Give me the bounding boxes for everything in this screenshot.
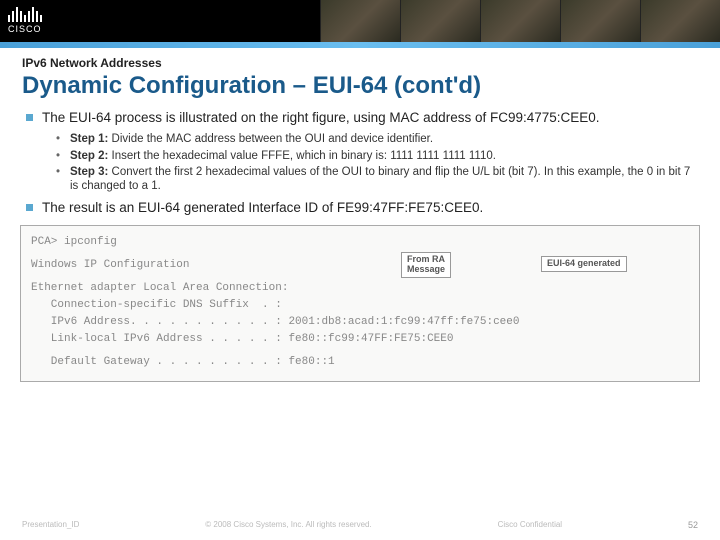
slide-kicker: IPv6 Network Addresses: [22, 56, 698, 70]
terminal-line: IPv6 Address. . . . . . . . . . . : 2001…: [31, 314, 689, 331]
step-list: Step 1: Divide the MAC address between t…: [22, 133, 698, 194]
terminal-line: PCA> ipconfig: [31, 234, 689, 251]
callout-eui64: EUI-64 generated: [541, 256, 627, 272]
bullet-list: The result is an EUI-64 generated Interf…: [22, 200, 698, 217]
step-label: Step 3:: [70, 166, 108, 178]
footer-presentation-id: Presentation_ID: [22, 520, 79, 530]
logo-text: CISCO: [8, 24, 42, 34]
step-item: Step 1: Divide the MAC address between t…: [56, 133, 698, 147]
slide-title: Dynamic Configuration – EUI-64 (cont'd): [22, 72, 698, 100]
terminal-line: Link-local IPv6 Address . . . . . : fe80…: [31, 331, 689, 348]
cisco-logo: CISCO: [8, 4, 42, 34]
header-bar: CISCO: [0, 0, 720, 42]
terminal-line: Default Gateway . . . . . . . . . : fe80…: [31, 354, 689, 371]
step-item: Step 3: Convert the first 2 hexadecimal …: [56, 166, 698, 194]
step-text: Divide the MAC address between the OUI a…: [108, 133, 433, 145]
step-text: Insert the hexadecimal value FFFE, which…: [108, 150, 496, 162]
step-item: Step 2: Insert the hexadecimal value FFF…: [56, 150, 698, 164]
callout-ra-message: From RA Message: [401, 252, 451, 278]
bullet-list: The EUI-64 process is illustrated on the…: [22, 110, 698, 127]
step-label: Step 1:: [70, 133, 108, 145]
header-photo-strip: [320, 0, 720, 42]
slide-content: IPv6 Network Addresses Dynamic Configura…: [0, 48, 720, 217]
footer-copyright: © 2008 Cisco Systems, Inc. All rights re…: [205, 520, 371, 530]
step-label: Step 2:: [70, 150, 108, 162]
footer-confidential: Cisco Confidential: [498, 520, 562, 530]
bullet-item: The result is an EUI-64 generated Interf…: [26, 200, 698, 217]
footer: Presentation_ID © 2008 Cisco Systems, In…: [0, 520, 720, 530]
terminal-output: PCA> ipconfig Windows IP Configuration E…: [20, 225, 700, 382]
bullet-item: The EUI-64 process is illustrated on the…: [26, 110, 698, 127]
terminal-line: Connection-specific DNS Suffix . :: [31, 297, 689, 314]
logo-bars-icon: [8, 4, 42, 22]
terminal-line: Ethernet adapter Local Area Connection:: [31, 280, 689, 297]
step-text: Convert the first 2 hexadecimal values o…: [70, 166, 690, 192]
page-number: 52: [688, 520, 698, 530]
